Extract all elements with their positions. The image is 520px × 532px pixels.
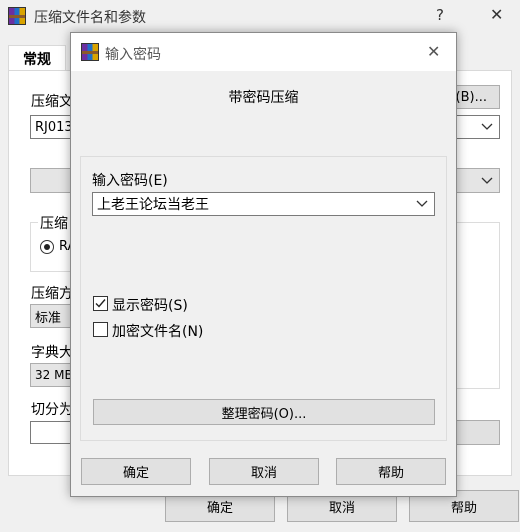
tab-general-label: 常规 — [23, 51, 51, 68]
method-label: 压缩方 — [31, 286, 73, 302]
dictionary-value: 32 MB — [35, 368, 73, 382]
dialog-help-button[interactable]: 帮助 — [336, 458, 446, 485]
dialog-ok-button[interactable]: 确定 — [81, 458, 191, 485]
dictionary-label: 字典大 — [31, 345, 73, 361]
password-dialog-title: 输入密码 — [105, 47, 161, 63]
dialog-header-text: 带密码压缩 — [228, 90, 299, 106]
rar-radio[interactable] — [40, 240, 54, 254]
password-value: 上老王论坛当老王 — [97, 197, 209, 213]
main-window-title: 压缩文件名和参数 — [34, 10, 146, 26]
winrar-app-icon — [8, 7, 26, 25]
archive-name-label: 压缩文 — [31, 94, 73, 110]
password-dialog: 输入密码 ✕ 带密码压缩 输入密码(E) 上老王论坛当老王 显示密码(S) 加密… — [70, 32, 457, 497]
password-dialog-titlebar: 输入密码 ✕ — [71, 33, 456, 71]
set-password-button[interactable] — [450, 420, 500, 445]
chevron-down-icon — [481, 177, 493, 184]
tab-general[interactable]: 常规 — [8, 45, 66, 71]
options-group — [450, 222, 500, 389]
format-group-title: 压缩 — [38, 213, 70, 233]
password-input[interactable]: 上老王论坛当老王 — [92, 192, 435, 216]
encrypt-filenames-label: 加密文件名(N) — [112, 324, 204, 340]
dialog-cancel-button[interactable]: 取消 — [209, 458, 319, 485]
close-icon[interactable]: ✕ — [490, 5, 503, 24]
password-label: 输入密码(E) — [92, 173, 168, 189]
chevron-down-icon[interactable] — [416, 200, 428, 208]
split-label: 切分为 — [31, 402, 73, 418]
organize-passwords-button[interactable]: 整理密码(O)... — [93, 399, 435, 425]
password-group: 输入密码(E) 上老王论坛当老王 显示密码(S) 加密文件名(N) 整理密码(O… — [80, 156, 447, 441]
winrar-app-icon — [81, 43, 99, 61]
check-icon — [95, 299, 106, 308]
show-password-checkbox[interactable] — [93, 296, 108, 311]
encrypt-filenames-checkbox[interactable] — [93, 322, 108, 337]
show-password-label: 显示密码(S) — [112, 298, 188, 314]
close-icon[interactable]: ✕ — [427, 42, 440, 61]
method-value: 标准 — [35, 310, 62, 326]
help-icon[interactable]: ? — [436, 6, 444, 24]
chevron-down-icon[interactable] — [481, 123, 493, 131]
main-window: 压缩文件名和参数 ? ✕ 常规 压缩文 RJ0137 (B)... 压缩 RA … — [0, 0, 520, 522]
